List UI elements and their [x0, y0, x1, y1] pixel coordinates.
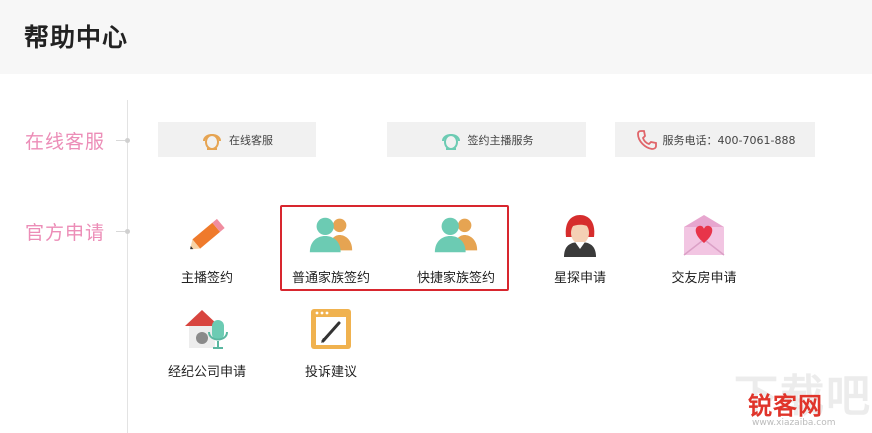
anchor-sign-app[interactable]: 主播签约	[147, 211, 267, 286]
timeline-tick	[116, 140, 125, 141]
feedback-app[interactable]: 投诉建议	[271, 305, 391, 380]
app-label: 星探申请	[553, 271, 606, 286]
timeline-dot	[125, 229, 130, 234]
feedback-icon	[306, 305, 356, 353]
pencil-icon	[182, 211, 232, 259]
agency-apply-app[interactable]: 经纪公司申请	[147, 305, 267, 380]
agency-mic-icon	[182, 305, 232, 353]
app-label: 主播签约	[180, 271, 233, 286]
anchor-sign-service-button[interactable]: 签约主播服务	[387, 122, 586, 157]
anchor-sign-service-label: 签约主播服务	[467, 133, 534, 147]
page-header: 帮助中心	[0, 0, 872, 74]
service-phone-label: 服务电话：400-7061-888	[662, 133, 796, 147]
watermark-brand: 锐客网	[748, 392, 823, 420]
app-label: 投诉建议	[304, 365, 357, 380]
section-label-online-service: 在线客服	[25, 131, 106, 153]
phone-icon	[635, 128, 657, 152]
online-service-label: 在线客服	[229, 133, 273, 147]
watermark-url: www.xiazaiba.com	[752, 418, 836, 428]
service-phone-button[interactable]: 服务电话：400-7061-888	[615, 122, 815, 157]
highlight-box	[280, 205, 509, 291]
section-label-official-apply: 官方申请	[25, 222, 106, 244]
page-title: 帮助中心	[24, 23, 129, 52]
online-service-button[interactable]: 在线客服	[158, 122, 316, 157]
love-letter-icon	[679, 211, 729, 259]
headset-icon	[440, 128, 462, 152]
timeline-line	[127, 100, 128, 433]
timeline-dot	[125, 138, 130, 143]
app-label: 交友房申请	[671, 271, 737, 286]
friend-room-apply-app[interactable]: 交友房申请	[644, 211, 764, 286]
scout-icon	[555, 211, 605, 259]
timeline-tick	[116, 231, 125, 232]
headset-icon	[201, 128, 223, 152]
scout-apply-app[interactable]: 星探申请	[520, 211, 640, 286]
app-label: 经纪公司申请	[167, 365, 246, 380]
